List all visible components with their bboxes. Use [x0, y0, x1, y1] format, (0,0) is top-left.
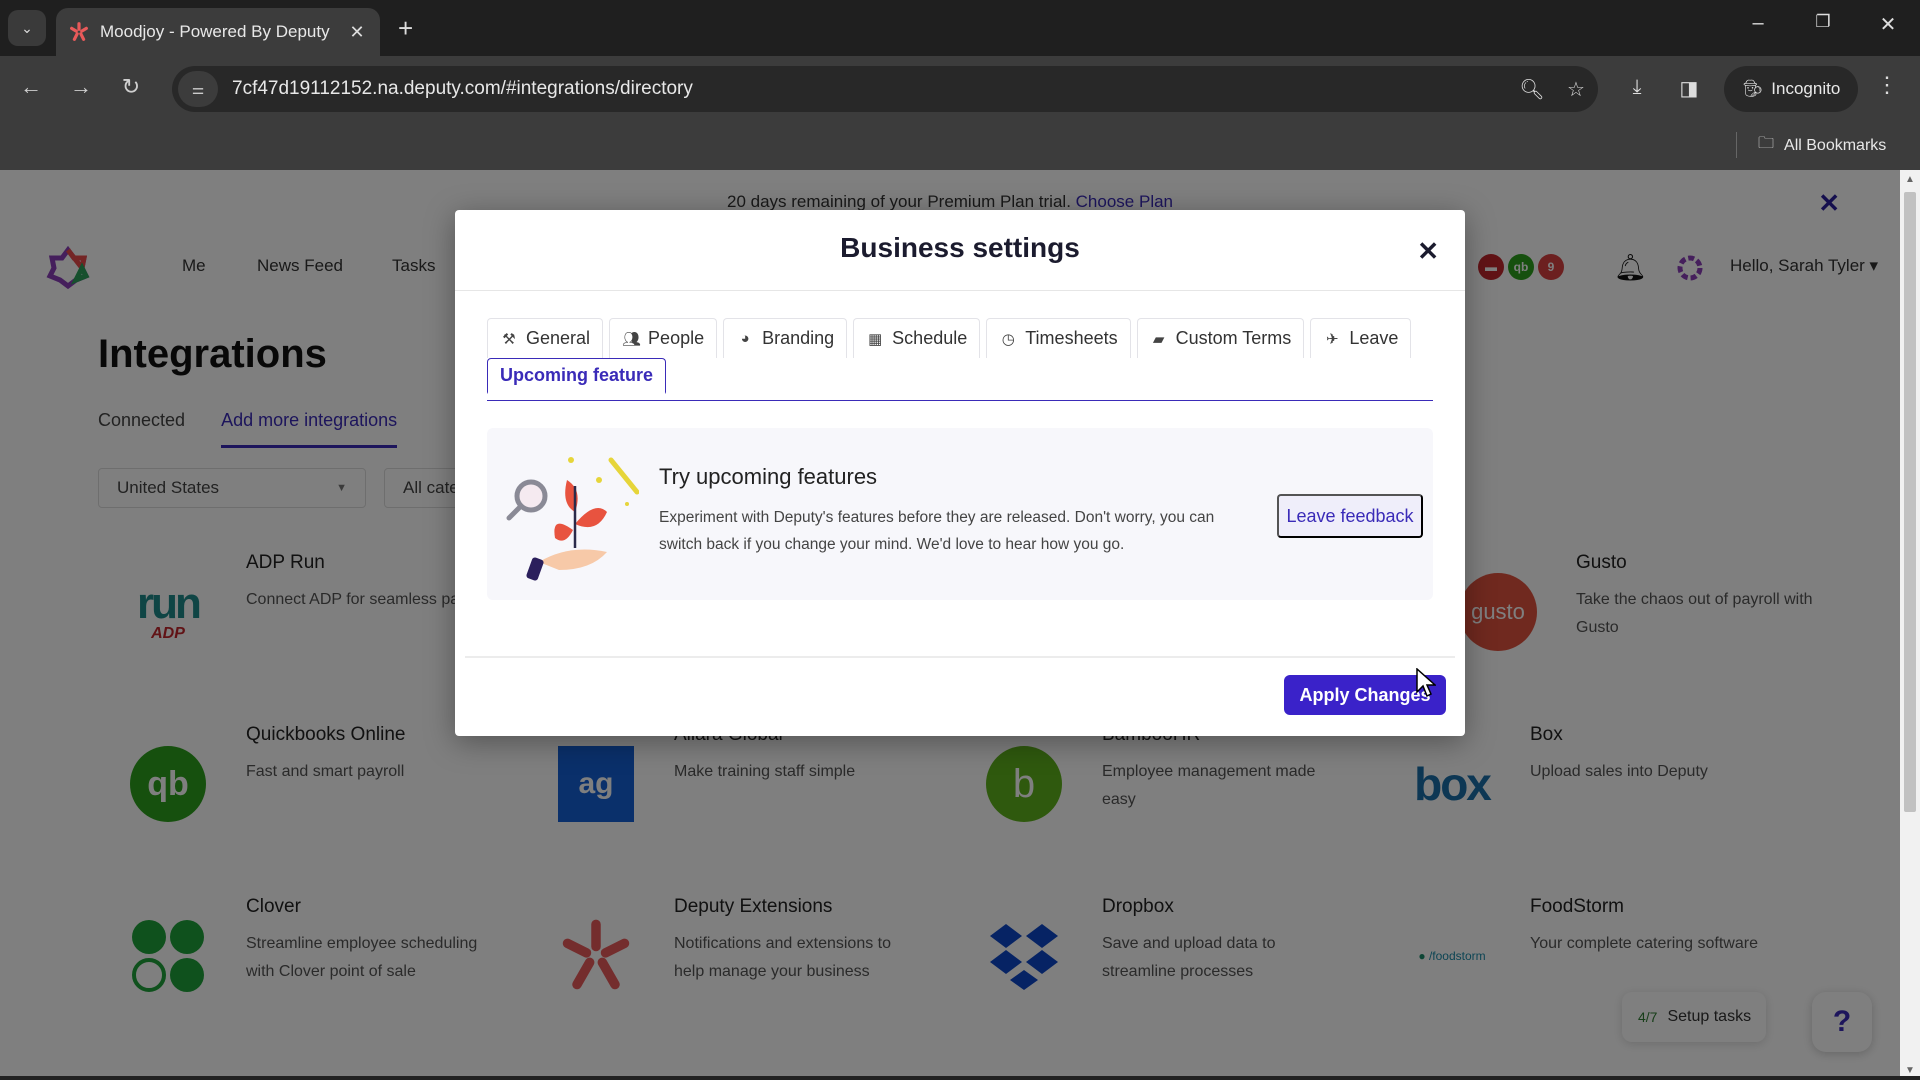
people-icon: 👥︎: [622, 330, 642, 348]
window-close-button[interactable]: ✕: [1868, 12, 1908, 37]
tab-schedule[interactable]: ▦ Schedule: [853, 318, 981, 358]
tab-close-icon[interactable]: ✕: [346, 22, 368, 43]
tab-label: Schedule: [892, 328, 968, 348]
modal-footer-divider: [465, 656, 1455, 658]
book-icon: ▰: [1152, 330, 1165, 348]
new-tab-button[interactable]: +: [398, 14, 413, 42]
scroll-down-icon[interactable]: ▼: [1900, 1065, 1920, 1076]
forward-button[interactable]: →: [66, 74, 96, 100]
calendar-icon: ▦: [868, 330, 883, 348]
modal-title: Business settings: [840, 232, 1080, 263]
tabs-underline: [487, 400, 1433, 401]
feature-description: Experiment with Deputy's features before…: [659, 509, 1215, 553]
tab-people[interactable]: 👥︎ People: [609, 318, 718, 358]
business-settings-modal: Business settings ✕ ⚒ General 👥︎ People ◕ B…: [455, 210, 1465, 736]
plane-icon: ✈: [1326, 330, 1339, 348]
tab-label: General: [526, 328, 591, 348]
minimize-button[interactable]: –: [1738, 12, 1778, 35]
leave-feedback-button[interactable]: Leave feedback: [1277, 494, 1423, 538]
upcoming-features-panel: Try upcoming features Experiment with De…: [487, 428, 1433, 600]
tab-custom-terms[interactable]: ▰ Custom Terms: [1136, 318, 1305, 358]
tab-search-button[interactable]: ⌄: [8, 10, 46, 46]
modal-close-icon[interactable]: ✕: [1417, 236, 1439, 267]
bookmark-star-icon[interactable]: ☆: [1554, 77, 1598, 102]
url-text[interactable]: 7cf47d19112152.na.deputy.com/#integratio…: [232, 78, 1510, 100]
browser-menu-icon[interactable]: ⋮: [1876, 72, 1898, 98]
tools-icon: ⚒: [502, 330, 516, 348]
reload-button[interactable]: ↻: [116, 74, 146, 100]
tab-label: People: [648, 328, 705, 348]
back-button[interactable]: ←: [16, 74, 46, 100]
folder-icon: 🗀: [1758, 135, 1775, 152]
tab-label: Upcoming feature: [500, 365, 654, 385]
incognito-label: Incognito: [1771, 79, 1841, 98]
side-panel-icon[interactable]: ◨: [1674, 76, 1704, 101]
page-content: 20 days remaining of your Premium Plan t…: [0, 170, 1900, 1080]
restore-button[interactable]: ❐: [1803, 12, 1843, 32]
browser-tabstrip: ⌄ Moodjoy - Powered By Deputy ✕ + – ❐ ✕: [0, 0, 1920, 56]
tab-label: Custom Terms: [1175, 328, 1292, 348]
browser-tab[interactable]: Moodjoy - Powered By Deputy ✕: [56, 8, 380, 56]
tab-upcoming-feature[interactable]: Upcoming feature: [487, 358, 667, 394]
browser-toolbar: ← → ↻ ⚌ 7cf47d19112152.na.deputy.com/#in…: [0, 56, 1920, 120]
chevron-down-icon: ⌄: [21, 19, 33, 36]
zoom-icon[interactable]: 🔍︎: [1510, 77, 1554, 102]
page-scrollbar[interactable]: ▲ ▼: [1900, 170, 1920, 1080]
tab-title: Moodjoy - Powered By Deputy: [100, 22, 330, 41]
download-icon[interactable]: ⤓: [1622, 76, 1652, 99]
clock-icon: ◷: [1001, 330, 1015, 348]
deputy-favicon-icon: [70, 22, 88, 41]
bookmarks-divider: [1736, 132, 1737, 158]
tab-branding[interactable]: ◕ Branding: [723, 318, 848, 358]
scroll-up-icon[interactable]: ▲: [1900, 174, 1920, 185]
tab-label: Timesheets: [1025, 328, 1118, 348]
tab-label: Leave: [1349, 328, 1399, 348]
address-bar[interactable]: ⚌ 7cf47d19112152.na.deputy.com/#integrat…: [172, 66, 1598, 112]
tab-general[interactable]: ⚒ General: [487, 318, 604, 358]
all-bookmarks-label: All Bookmarks: [1784, 136, 1887, 154]
feature-title: Try upcoming features: [659, 464, 878, 489]
mouse-cursor-icon: [1416, 668, 1436, 698]
tab-label: Branding: [762, 328, 835, 348]
bookmarks-bar: 🗀 All Bookmarks: [0, 120, 1920, 170]
tab-leave[interactable]: ✈ Leave: [1310, 318, 1412, 358]
settings-tabs: ⚒ General 👥︎ People ◕ Branding ▦ Schedule ◷ T…: [487, 318, 1433, 401]
incognito-indicator[interactable]: 🕵︎ Incognito: [1724, 66, 1858, 112]
tab-timesheets[interactable]: ◷ Timesheets: [986, 318, 1131, 358]
window-bottom-edge: [0, 1076, 1920, 1080]
plant-in-hand-illustration: [506, 457, 639, 581]
scrollbar-thumb[interactable]: [1904, 192, 1916, 812]
site-info-icon[interactable]: ⚌: [178, 71, 218, 107]
palette-icon: ◕: [740, 330, 750, 347]
all-bookmarks-button[interactable]: 🗀 All Bookmarks: [1758, 132, 1886, 159]
modal-header-divider: [455, 290, 1465, 291]
incognito-icon: 🕵︎: [1741, 79, 1764, 98]
